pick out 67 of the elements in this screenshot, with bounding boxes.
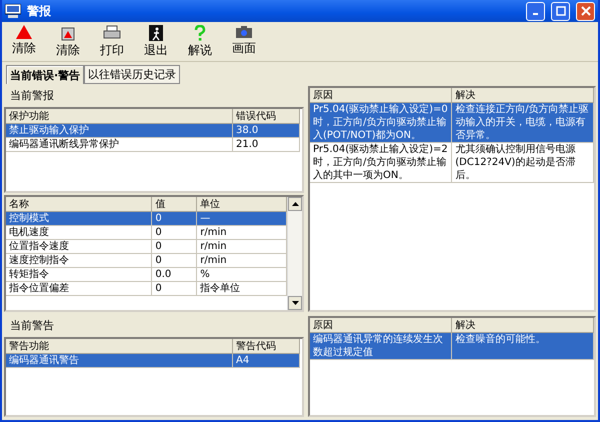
table-cell: 0 (152, 212, 197, 226)
table-cell: 速度控制指令 (6, 254, 152, 268)
table-cell: 编码器通讯异常的连续发生次数超过规定值 (310, 332, 452, 360)
table-cell: 控制模式 (6, 212, 152, 226)
column-header[interactable]: 解决 (452, 318, 594, 332)
table-cell: 尤其须确认控制用信号电源(DC12?24V)的起动是否滞后。 (452, 142, 594, 182)
column-header[interactable]: 名称 (6, 197, 152, 212)
toolbar-button[interactable]: 解说 (184, 25, 216, 59)
column-header[interactable]: 解决 (452, 88, 594, 102)
table-cell: 0 (152, 254, 197, 268)
column-header[interactable]: 原因 (310, 318, 452, 332)
table-cell: Pr5.04(驱动禁止输入设定)=0时，正方向/负方向驱动禁止输入(POT/NOT)都为ON。 (310, 102, 452, 142)
column-header[interactable]: 保护功能 (6, 109, 232, 124)
table-cell: Pr5.04(驱动禁止输入设定)=2时，正方向/负方向驱动禁止输入的其中一项为ON。 (310, 142, 452, 182)
column-header[interactable]: 单位 (196, 197, 286, 212)
column-header[interactable]: 值 (152, 197, 197, 212)
scrollbar[interactable] (287, 197, 302, 310)
table-cell: 编码器通讯警告 (6, 354, 232, 368)
column-header[interactable]: 警告功能 (6, 339, 232, 354)
section-title: 当前警报 (9, 88, 55, 104)
scroll-down-icon[interactable] (288, 296, 302, 310)
close-button[interactable] (576, 2, 595, 20)
table-cell: A4 (232, 354, 300, 368)
table-cell: 检查连接正方向/负方向禁止驱动输入的开关，电缆，电源有否异常。 (452, 102, 594, 142)
toolbar-button[interactable]: 画面 (228, 25, 260, 59)
table-cell: 指令位置偏差 (6, 282, 152, 296)
column-header[interactable]: 错误代码 (232, 109, 300, 124)
table-cell: 0.0 (152, 268, 197, 282)
help-icon (193, 25, 207, 41)
maximize-button[interactable] (551, 2, 570, 20)
warning-triangle-icon (16, 25, 32, 39)
table-cell: 编码器通讯断线异常保护 (6, 138, 232, 152)
table-cell: 0 (152, 282, 197, 296)
table-cell: 检查噪音的可能性。 (452, 332, 594, 360)
window-title: 警报 (27, 2, 52, 20)
table-cell: 21.0 (232, 138, 300, 152)
section-title: 当前警告 (9, 318, 55, 334)
table-cell: 电机速度 (6, 226, 152, 240)
toolbar-button[interactable]: 打印 (96, 25, 128, 59)
close-icon (580, 6, 590, 16)
table-cell: 38.0 (232, 124, 300, 138)
app-icon (5, 4, 21, 18)
table-cell: r/min (196, 226, 286, 240)
camera-icon (235, 25, 253, 39)
toolbar-button[interactable]: 清除 (52, 25, 84, 59)
table-cell: r/min (196, 240, 286, 254)
printer-icon (103, 25, 121, 41)
table-cell: 指令单位 (196, 282, 286, 296)
tab[interactable]: 当前错误·警告 (6, 65, 84, 84)
box-icon (60, 25, 76, 41)
maximize-icon (556, 6, 566, 16)
exit-icon (149, 25, 163, 41)
table-cell: 禁止驱动输入保护 (6, 124, 232, 138)
table-cell: 转矩指令 (6, 268, 152, 282)
table-cell: 0 (152, 226, 197, 240)
toolbar-button[interactable]: 退出 (140, 25, 172, 59)
column-header[interactable]: 警告代码 (232, 339, 300, 354)
scroll-up-icon[interactable] (288, 197, 302, 211)
minimize-button[interactable] (526, 2, 545, 20)
column-header[interactable]: 原因 (310, 88, 452, 102)
table-cell: r/min (196, 254, 286, 268)
toolbar-button[interactable]: 清除 (8, 25, 40, 59)
table-cell: — (196, 212, 286, 226)
table-cell: 0 (152, 240, 197, 254)
table-cell: 位置指令速度 (6, 240, 152, 254)
table-cell: % (196, 268, 286, 282)
tab[interactable]: 以往错误历史记录 (84, 65, 180, 84)
